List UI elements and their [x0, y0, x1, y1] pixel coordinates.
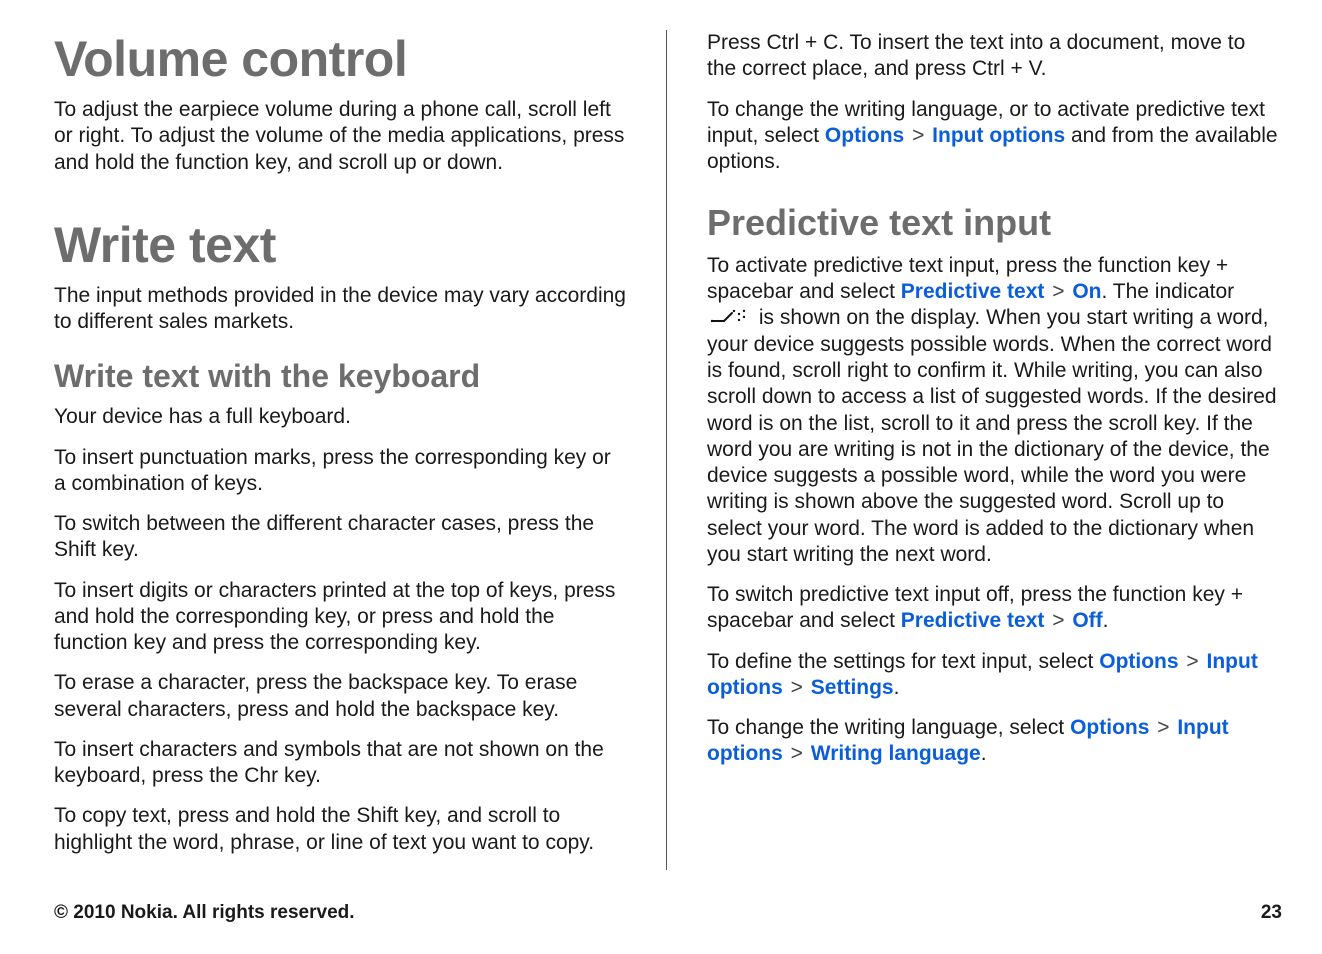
option-writing-language: Writing language [811, 742, 981, 765]
text-run: . [1103, 609, 1109, 632]
heading-volume-control: Volume control [54, 32, 626, 87]
para-predictive-on: To activate predictive text input, press… [707, 253, 1279, 568]
para-volume: To adjust the earpiece volume during a p… [54, 97, 626, 176]
para-kb-4: To insert digits or characters printed a… [54, 578, 626, 657]
columns: Volume control To adjust the earpiece vo… [54, 30, 1282, 870]
breadcrumb-separator: > [906, 124, 930, 147]
text-run: is shown on the display. When you start … [707, 306, 1277, 566]
para-kb-5: To erase a character, press the backspac… [54, 670, 626, 723]
option-predictive-text: Predictive text [901, 609, 1045, 632]
para-kb-1: Your device has a full keyboard. [54, 404, 626, 430]
para-settings: To define the settings for text input, s… [707, 649, 1279, 702]
breadcrumb-separator: > [1046, 280, 1070, 303]
heading-predictive-text: Predictive text input [707, 203, 1279, 243]
option-input-options: Input options [932, 124, 1065, 147]
column-divider [666, 30, 667, 870]
breadcrumb-separator: > [1181, 650, 1205, 673]
text-run: To change the writing language, select [707, 716, 1070, 739]
para-input-options: To change the writing language, or to ac… [707, 97, 1279, 176]
para-copy-paste: Press Ctrl + C. To insert the text into … [707, 30, 1279, 83]
para-kb-3: To switch between the different characte… [54, 511, 626, 564]
footer-copyright: © 2010 Nokia. All rights reserved. [54, 902, 355, 924]
page: Volume control To adjust the earpiece vo… [0, 0, 1322, 954]
option-predictive-text: Predictive text [901, 280, 1045, 303]
para-kb-2: To insert punctuation marks, press the c… [54, 445, 626, 498]
text-run: . [894, 676, 900, 699]
footer-page-number: 23 [1261, 902, 1282, 924]
option-off: Off [1072, 609, 1102, 632]
breadcrumb-separator: > [785, 676, 809, 699]
option-options: Options [825, 124, 904, 147]
footer: © 2010 Nokia. All rights reserved. 23 [54, 902, 1282, 924]
predictive-indicator-icon [710, 306, 750, 332]
option-options: Options [1099, 650, 1178, 673]
para-writing-language: To change the writing language, select O… [707, 715, 1279, 768]
option-on: On [1072, 280, 1101, 303]
text-run: . The indicator [1101, 280, 1234, 303]
text-run: To define the settings for text input, s… [707, 650, 1099, 673]
breadcrumb-separator: > [785, 742, 809, 765]
option-options: Options [1070, 716, 1149, 739]
option-settings: Settings [811, 676, 894, 699]
breadcrumb-separator: > [1151, 716, 1175, 739]
para-predictive-off: To switch predictive text input off, pre… [707, 582, 1279, 635]
left-column: Volume control To adjust the earpiece vo… [54, 30, 626, 870]
para-write-intro: The input methods provided in the device… [54, 283, 626, 336]
text-run: . [981, 742, 987, 765]
para-kb-7: To copy text, press and hold the Shift k… [54, 803, 626, 856]
para-kb-6: To insert characters and symbols that ar… [54, 737, 626, 790]
heading-keyboard: Write text with the keyboard [54, 359, 626, 394]
heading-write-text: Write text [54, 218, 626, 273]
right-column: Press Ctrl + C. To insert the text into … [707, 30, 1279, 870]
breadcrumb-separator: > [1046, 609, 1070, 632]
